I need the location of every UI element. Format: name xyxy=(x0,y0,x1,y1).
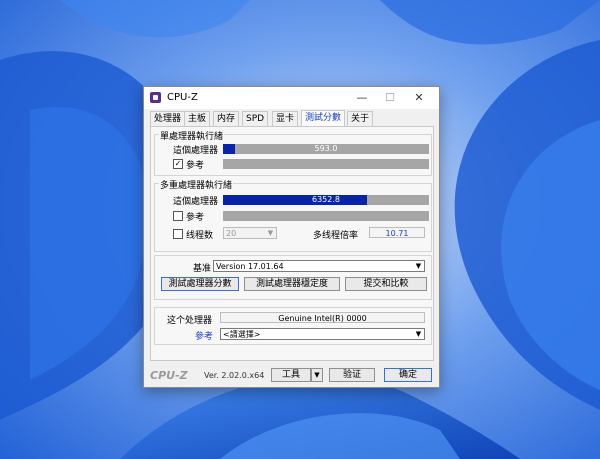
this-processor-value: Genuine Intel(R) 0000 xyxy=(220,312,425,323)
ok-button[interactable]: 确定 xyxy=(384,368,432,382)
multi-this-label: 這個處理器 xyxy=(173,194,218,207)
single-thread-group: 單處理器執行緒 這個處理器 593.0 ✓ 參考 xyxy=(154,134,432,176)
tab-spd[interactable]: SPD xyxy=(242,111,268,126)
single-this-label: 這個處理器 xyxy=(173,143,218,156)
benchmark-version-select[interactable]: Version 17.01.64 ▼ xyxy=(213,260,425,272)
tab-about[interactable]: 关于 xyxy=(347,111,373,126)
tab-memory[interactable]: 内存 xyxy=(213,111,239,126)
chevron-down-icon: ▼ xyxy=(265,228,276,238)
close-button[interactable]: ✕ xyxy=(405,89,433,107)
minimize-button[interactable]: — xyxy=(348,89,376,107)
single-thread-title: 單處理器執行緒 xyxy=(159,129,224,142)
submit-compare-button[interactable]: 提交和比較 xyxy=(345,277,427,291)
multi-ref-bar xyxy=(223,211,429,221)
footer-bar: CPU-Z Ver. 2.02.0.x64 工具 ▼ 验证 确定 xyxy=(144,364,439,387)
single-ref-checkbox[interactable]: ✓ xyxy=(173,159,183,169)
tab-bench[interactable]: 測試分數 xyxy=(301,110,345,127)
threads-label: 线程数 xyxy=(186,228,213,241)
title-bar[interactable]: CPU-Z — ☐ ✕ xyxy=(144,87,439,109)
window-title: CPU-Z xyxy=(167,92,198,103)
bench-panel: 單處理器執行緒 這個處理器 593.0 ✓ 參考 多重處理器執行緒 這個處理器 … xyxy=(150,126,434,361)
app-icon xyxy=(150,92,161,103)
threads-value: 20 xyxy=(226,229,236,238)
validate-button[interactable]: 验证 xyxy=(329,368,375,382)
multi-this-score: 6352.8 xyxy=(223,195,429,205)
ratio-value: 10.71 xyxy=(369,227,425,238)
chevron-down-icon: ▼ xyxy=(413,329,424,339)
tab-mainboard[interactable]: 主板 xyxy=(184,111,210,126)
single-ref-label: 參考 xyxy=(186,158,204,171)
tab-graphics[interactable]: 显卡 xyxy=(272,111,298,126)
maximize-button[interactable]: ☐ xyxy=(376,89,404,107)
chevron-down-icon: ▼ xyxy=(413,261,424,271)
multi-ref-checkbox[interactable] xyxy=(173,211,183,221)
single-this-score: 593.0 xyxy=(223,144,429,154)
tools-dropdown-icon[interactable]: ▼ xyxy=(311,368,323,382)
this-processor-label: 这个处理器 xyxy=(167,313,212,326)
stress-cpu-button[interactable]: 測試處理器穩定度 xyxy=(244,277,340,291)
version-label: Ver. 2.02.0.x64 xyxy=(204,371,264,380)
reference-select[interactable]: <請選擇> ▼ xyxy=(220,328,425,340)
bench-cpu-button[interactable]: 測試處理器分數 xyxy=(161,277,239,291)
benchmark-group: 基准 Version 17.01.64 ▼ 測試處理器分數 測試處理器穩定度 提… xyxy=(154,255,432,300)
multi-thread-group: 多重處理器執行緒 這個處理器 6352.8 參考 线程数 20 ▼ 多线程倍率 … xyxy=(154,183,432,252)
threads-checkbox[interactable] xyxy=(173,229,183,239)
cpuz-logo: CPU-Z xyxy=(150,369,188,382)
multi-thread-title: 多重處理器執行緒 xyxy=(159,178,233,191)
threads-select[interactable]: 20 ▼ xyxy=(223,227,277,239)
multi-this-bar: 6352.8 xyxy=(223,195,429,205)
benchmark-version-value: Version 17.01.64 xyxy=(216,262,284,271)
tab-cpu[interactable]: 处理器 xyxy=(150,111,185,126)
single-this-bar: 593.0 xyxy=(223,144,429,154)
ratio-label: 多线程倍率 xyxy=(313,228,358,241)
single-ref-bar xyxy=(223,159,429,169)
processor-group: 这个处理器 Genuine Intel(R) 0000 參考 <請選擇> ▼ xyxy=(154,307,432,345)
reference-value: <請選擇> xyxy=(223,330,260,339)
tools-button[interactable]: 工具 xyxy=(271,368,311,382)
benchmark-label: 基准 xyxy=(193,261,211,274)
cpuz-window: CPU-Z — ☐ ✕ 处理器 主板 内存 SPD 显卡 測試分數 关于 單處理… xyxy=(143,86,440,388)
multi-ref-label: 參考 xyxy=(186,210,204,223)
reference-link[interactable]: 參考 xyxy=(195,329,213,342)
